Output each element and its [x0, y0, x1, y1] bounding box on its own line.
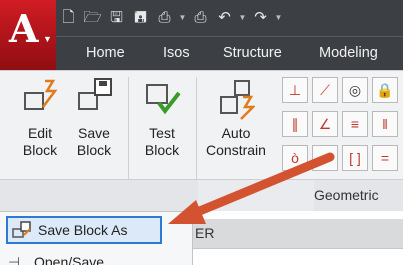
collinear-constraint-icon[interactable]: ⟋: [312, 77, 338, 103]
ribbon-separator: [128, 77, 129, 183]
concentric-constraint-icon[interactable]: ◎: [342, 77, 368, 103]
test-block-label-1: Test: [149, 125, 175, 141]
print-icon[interactable]: ⎙: [190, 7, 211, 28]
menu-item-open-save[interactable]: ⊣ Open/Save: [8, 248, 104, 265]
symmetric-constraint-icon[interactable]: [ ]: [342, 145, 368, 171]
auto-constrain-label-1: Auto: [221, 125, 251, 141]
test-block-icon: [146, 84, 181, 115]
panel-footer-cell: [198, 180, 314, 212]
pin-icon: ⊣: [8, 254, 21, 265]
vertical-constraint-icon[interactable]: ‖: [372, 111, 398, 137]
menu-item-label: Save Block As: [38, 222, 128, 238]
plot-icon[interactable]: ⎙: [154, 7, 175, 28]
ribbon-panel: Edit Block Save Block Test Block Auto Co…: [0, 70, 403, 214]
pane-header-label: ER: [195, 225, 215, 241]
application-menu-button[interactable]: A ▼: [0, 0, 56, 70]
edit-block-label-1: Edit: [27, 125, 53, 141]
geometric-constraints-grid: ⊥ ⟋ ◎ 🔒 ∥ ∠ ≡ ‖ ò ⤳ [ ] =: [276, 73, 403, 183]
app-logo: A: [9, 6, 39, 51]
tab-structure[interactable]: Structure: [223, 45, 282, 61]
save-block-button[interactable]: Save Block: [68, 77, 120, 159]
test-block-label-2: Block: [144, 142, 180, 158]
edit-block-icon: [24, 79, 58, 110]
tangent-constraint-icon[interactable]: ò: [282, 145, 308, 171]
ribbon-separator: [196, 77, 197, 183]
tab-home[interactable]: Home: [86, 45, 125, 61]
perpendicular-constraint-icon[interactable]: ∠: [312, 111, 338, 137]
save-block-label-1: Save: [78, 125, 110, 141]
pane-header: ER: [193, 219, 403, 249]
edit-block-label-2: Block: [22, 142, 58, 158]
test-block-button[interactable]: Test Block: [136, 77, 188, 159]
new-file-icon[interactable]: 🗋: [58, 7, 79, 28]
auto-constrain-label-2: Constrain: [206, 142, 266, 158]
save-block-as-icon: [12, 221, 31, 238]
edit-block-button[interactable]: Edit Block: [14, 77, 66, 159]
save-as-icon[interactable]: 🖪: [130, 7, 151, 28]
menu-item-save-block-as[interactable]: Save Block As: [6, 216, 162, 244]
properties-pane: ER: [193, 211, 403, 265]
quick-access-toolbar: 🗋 🗁 🖫 🖪 ⎙ ▼ ⎙ ↶ ▼ ↷ ▼: [58, 4, 283, 30]
chevron-down-icon[interactable]: ▼: [238, 7, 247, 28]
geometric-panel-label[interactable]: Geometric: [314, 187, 379, 203]
undo-icon[interactable]: ↶: [214, 7, 235, 28]
redo-icon[interactable]: ↷: [250, 7, 271, 28]
open-icon[interactable]: 🗁: [82, 7, 103, 28]
chevron-down-icon: ▼: [43, 34, 52, 44]
parallel-constraint-icon[interactable]: ∥: [282, 111, 308, 137]
menu-item-label: Open/Save: [34, 254, 105, 265]
save-block-icon: [78, 78, 112, 110]
save-block-label-2: Block: [76, 142, 112, 158]
ribbon-tab-bar: Home Isos Structure Modeling: [56, 36, 403, 70]
tab-isos[interactable]: Isos: [163, 45, 190, 61]
fix-constraint-icon[interactable]: 🔒: [372, 77, 398, 103]
coincident-constraint-icon[interactable]: ⊥: [282, 77, 308, 103]
auto-constrain-icon: [220, 80, 255, 120]
block-dropdown-menu: Save Block As ⊣ Open/Save: [0, 211, 193, 265]
chevron-down-icon[interactable]: ▼: [274, 7, 283, 28]
save-icon[interactable]: 🖫: [106, 7, 127, 28]
chevron-down-icon[interactable]: ▼: [178, 7, 187, 28]
smooth-constraint-icon[interactable]: ⤳: [312, 145, 338, 171]
horizontal-constraint-icon[interactable]: ≡: [342, 111, 368, 137]
auto-constrain-button[interactable]: Auto Constrain: [200, 77, 272, 159]
ribbon-panel-footer: Geometric: [0, 179, 403, 212]
tab-modeling[interactable]: Modeling: [319, 45, 378, 61]
equal-constraint-icon[interactable]: =: [372, 145, 398, 171]
